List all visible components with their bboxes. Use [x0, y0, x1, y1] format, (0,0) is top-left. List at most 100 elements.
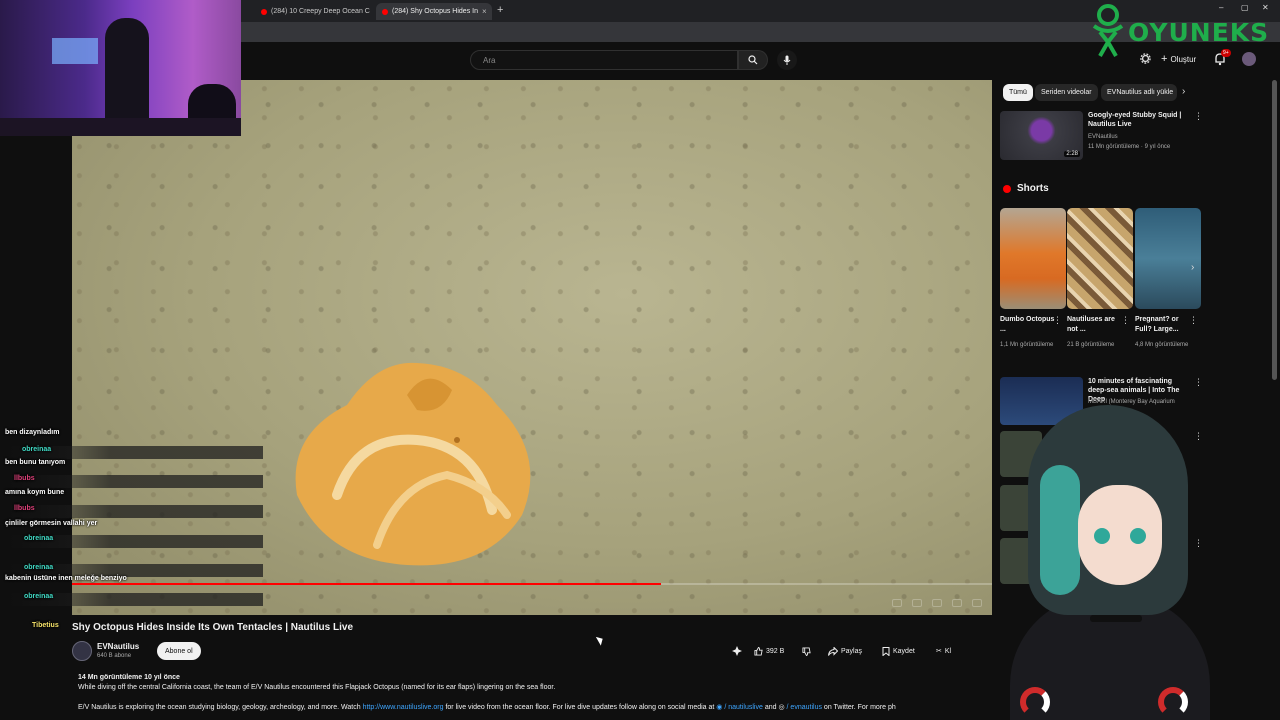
shorts-logo-icon [1003, 184, 1011, 193]
fullscreen-icon[interactable] [972, 599, 982, 607]
short-views: 4,8 Mn görüntüleme [1135, 342, 1189, 348]
chip-series[interactable]: Seriden videolar [1035, 84, 1098, 101]
vtuber-avatar-overlay [990, 405, 1230, 720]
vtuber-hair-streak [1040, 465, 1080, 595]
save-button[interactable]: Kaydet [878, 643, 919, 659]
vtuber-eye [1130, 528, 1146, 544]
webcam-floor [0, 118, 241, 136]
short-views: 21 B görüntüleme [1067, 342, 1115, 348]
chat-message: ben bunu tanıyom [5, 459, 66, 466]
chat-message: amına koym bune [5, 489, 65, 496]
bookmark-icon [882, 646, 890, 656]
logo-text: OYUNEKS [1128, 18, 1270, 47]
voice-search-button[interactable] [777, 50, 797, 70]
like-count: 392 B [766, 647, 785, 655]
chat-message: çinliler görmesin vallahi yer [5, 520, 98, 527]
youtube-favicon-icon [382, 8, 388, 15]
video-progress-bar[interactable] [72, 583, 992, 585]
shorts-section-header: Shorts [1003, 183, 1049, 194]
more-options-icon[interactable]: ⋮ [1189, 315, 1198, 326]
settings-icon[interactable] [912, 599, 922, 607]
chevron-right-icon[interactable]: › [1182, 86, 1185, 97]
chat-row: obreinaa [8, 535, 263, 548]
dislike-button[interactable] [798, 643, 815, 659]
short-thumbnail[interactable] [1135, 208, 1201, 309]
twitter-icon: ◎ [778, 704, 785, 711]
video-description[interactable]: 14 Mn görüntüleme 10 yıl önce While divi… [72, 670, 932, 720]
tab-label: (284) 10 Creepy Deep Ocean C [271, 8, 370, 15]
video-title[interactable]: Googly-eyed Stubby Squid | Nautilus Live [1088, 111, 1188, 129]
channel-name[interactable]: EVNautilus [97, 642, 139, 651]
short-title[interactable]: Pregnant? or Full? Large... [1135, 315, 1191, 335]
webcam-streamer [105, 18, 149, 128]
shorts-heading: Shorts [1017, 183, 1049, 194]
save-label: Kaydet [893, 647, 915, 655]
recommended-video[interactable]: 2:28 Googly-eyed Stubby Squid | Nautilus… [1000, 111, 1203, 161]
miniplayer-icon[interactable] [932, 599, 942, 607]
description-text: E/V Nautilus is exploring the ocean stud… [78, 704, 361, 711]
video-thumbnail[interactable]: 2:28 [1000, 111, 1083, 160]
mouse-cursor-icon [595, 634, 606, 646]
subtitles-icon[interactable] [892, 599, 902, 607]
tab-close-icon[interactable]: × [482, 7, 487, 16]
streamer-webcam-overlay [0, 0, 241, 136]
more-options-icon[interactable]: ⋮ [1194, 377, 1203, 388]
more-options-icon[interactable]: ⋮ [1053, 315, 1062, 326]
chat-row: obreinaa [8, 446, 263, 459]
share-icon [828, 646, 838, 656]
chat-message: kabenin üstüne inen meleğe benziyo [5, 575, 127, 582]
chat-row: obreinaa [8, 593, 263, 606]
video-meta: EVNautilus 11 Mn görüntüleme · 9 yıl önc… [1088, 132, 1198, 152]
tab-label: (284) Shy Octopus Hides In [392, 8, 478, 15]
channel-name[interactable]: EVNautilus [1088, 132, 1198, 142]
vtuber-eye [1094, 528, 1110, 544]
chat-username: obreinaa [24, 593, 54, 600]
oyuneks-logo: OYUNEKS [1088, 2, 1280, 58]
oyuneks-mascot-icon [1092, 4, 1124, 57]
short-views: 1,1 Mn görüntüleme [1000, 342, 1054, 348]
short-thumbnail[interactable] [1000, 208, 1066, 309]
youtube-favicon-icon [261, 8, 267, 15]
short-thumbnail[interactable] [1067, 208, 1133, 309]
page-scrollbar[interactable] [1272, 80, 1277, 380]
video-title: Shy Octopus Hides Inside Its Own Tentacl… [72, 622, 354, 633]
chat-username: obreinaa [24, 564, 54, 571]
clip-label: Kl [944, 647, 952, 655]
social-link[interactable]: / evnautilus [787, 704, 822, 711]
subscribe-button[interactable]: Abone ol [157, 642, 201, 660]
channel-avatar[interactable] [72, 641, 92, 661]
candy-cane-icon [1020, 687, 1050, 717]
share-button[interactable]: Paylaş [824, 643, 866, 659]
chat-row: Tibetius [8, 622, 59, 635]
chip-all[interactable]: Tümü [1003, 84, 1033, 101]
search-icon [748, 55, 758, 65]
social-link[interactable]: / nautiluslive [724, 704, 763, 711]
search-button[interactable] [738, 50, 768, 70]
more-options-icon[interactable]: ⋮ [1194, 111, 1203, 122]
clip-button[interactable]: ✂ Kl [932, 643, 955, 659]
more-options-icon[interactable]: ⋮ [1121, 315, 1130, 326]
description-stats: 14 Mn görüntüleme 10 yıl önce [78, 674, 180, 681]
chat-username: llbubs [14, 505, 35, 512]
share-label: Paylaş [841, 647, 863, 655]
chevron-right-icon[interactable]: › [1191, 262, 1194, 273]
facebook-icon: ◉ [716, 704, 723, 711]
browser-tab-creepy-ocean[interactable]: (284) 10 Creepy Deep Ocean C × [255, 3, 371, 20]
short-title[interactable]: Nautiluses are not ... [1067, 315, 1123, 335]
like-button[interactable]: 392 B [750, 643, 788, 659]
theater-icon[interactable] [952, 599, 962, 607]
views-and-age: 11 Mn görüntüleme · 9 yıl önce [1088, 144, 1171, 150]
hype-icon[interactable] [732, 646, 742, 656]
chip-channel-uploads[interactable]: EVNautilus adlı yükle [1101, 84, 1177, 101]
search-input[interactable]: Ara [470, 50, 738, 70]
description-link[interactable]: http://www.nautiluslive.org [363, 704, 444, 711]
browser-tab-shy-octopus[interactable]: (284) Shy Octopus Hides In × [376, 3, 492, 20]
candy-cane-icon [1158, 687, 1188, 717]
mic-icon [783, 55, 791, 65]
chat-row: llbubs [8, 475, 263, 488]
vtuber-choker [1090, 615, 1142, 622]
new-tab-button[interactable]: + [497, 4, 503, 16]
description-line: E/V Nautilus is exploring the ocean stud… [78, 703, 926, 713]
short-title[interactable]: Dumbo Octopus ... [1000, 315, 1056, 335]
description-text: for live video from the ocean floor. For… [445, 704, 715, 711]
